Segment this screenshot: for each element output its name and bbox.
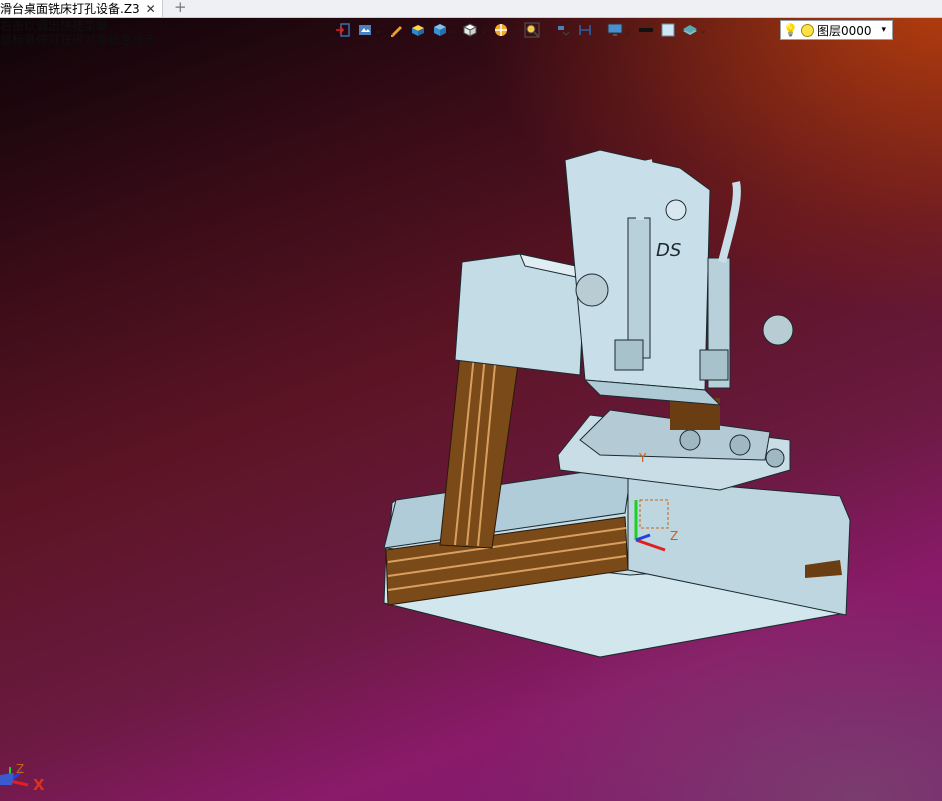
axis-y-label: Y [638, 451, 647, 465]
triad-x-label: X [33, 776, 45, 794]
model-viewport[interactable]: DS Z Y [0, 0, 942, 801]
view-triad: Z [0, 762, 29, 787]
axis-z-label: Z [670, 529, 678, 543]
brand-label: DS [656, 240, 681, 261]
triad-z-label: Z [16, 762, 24, 776]
